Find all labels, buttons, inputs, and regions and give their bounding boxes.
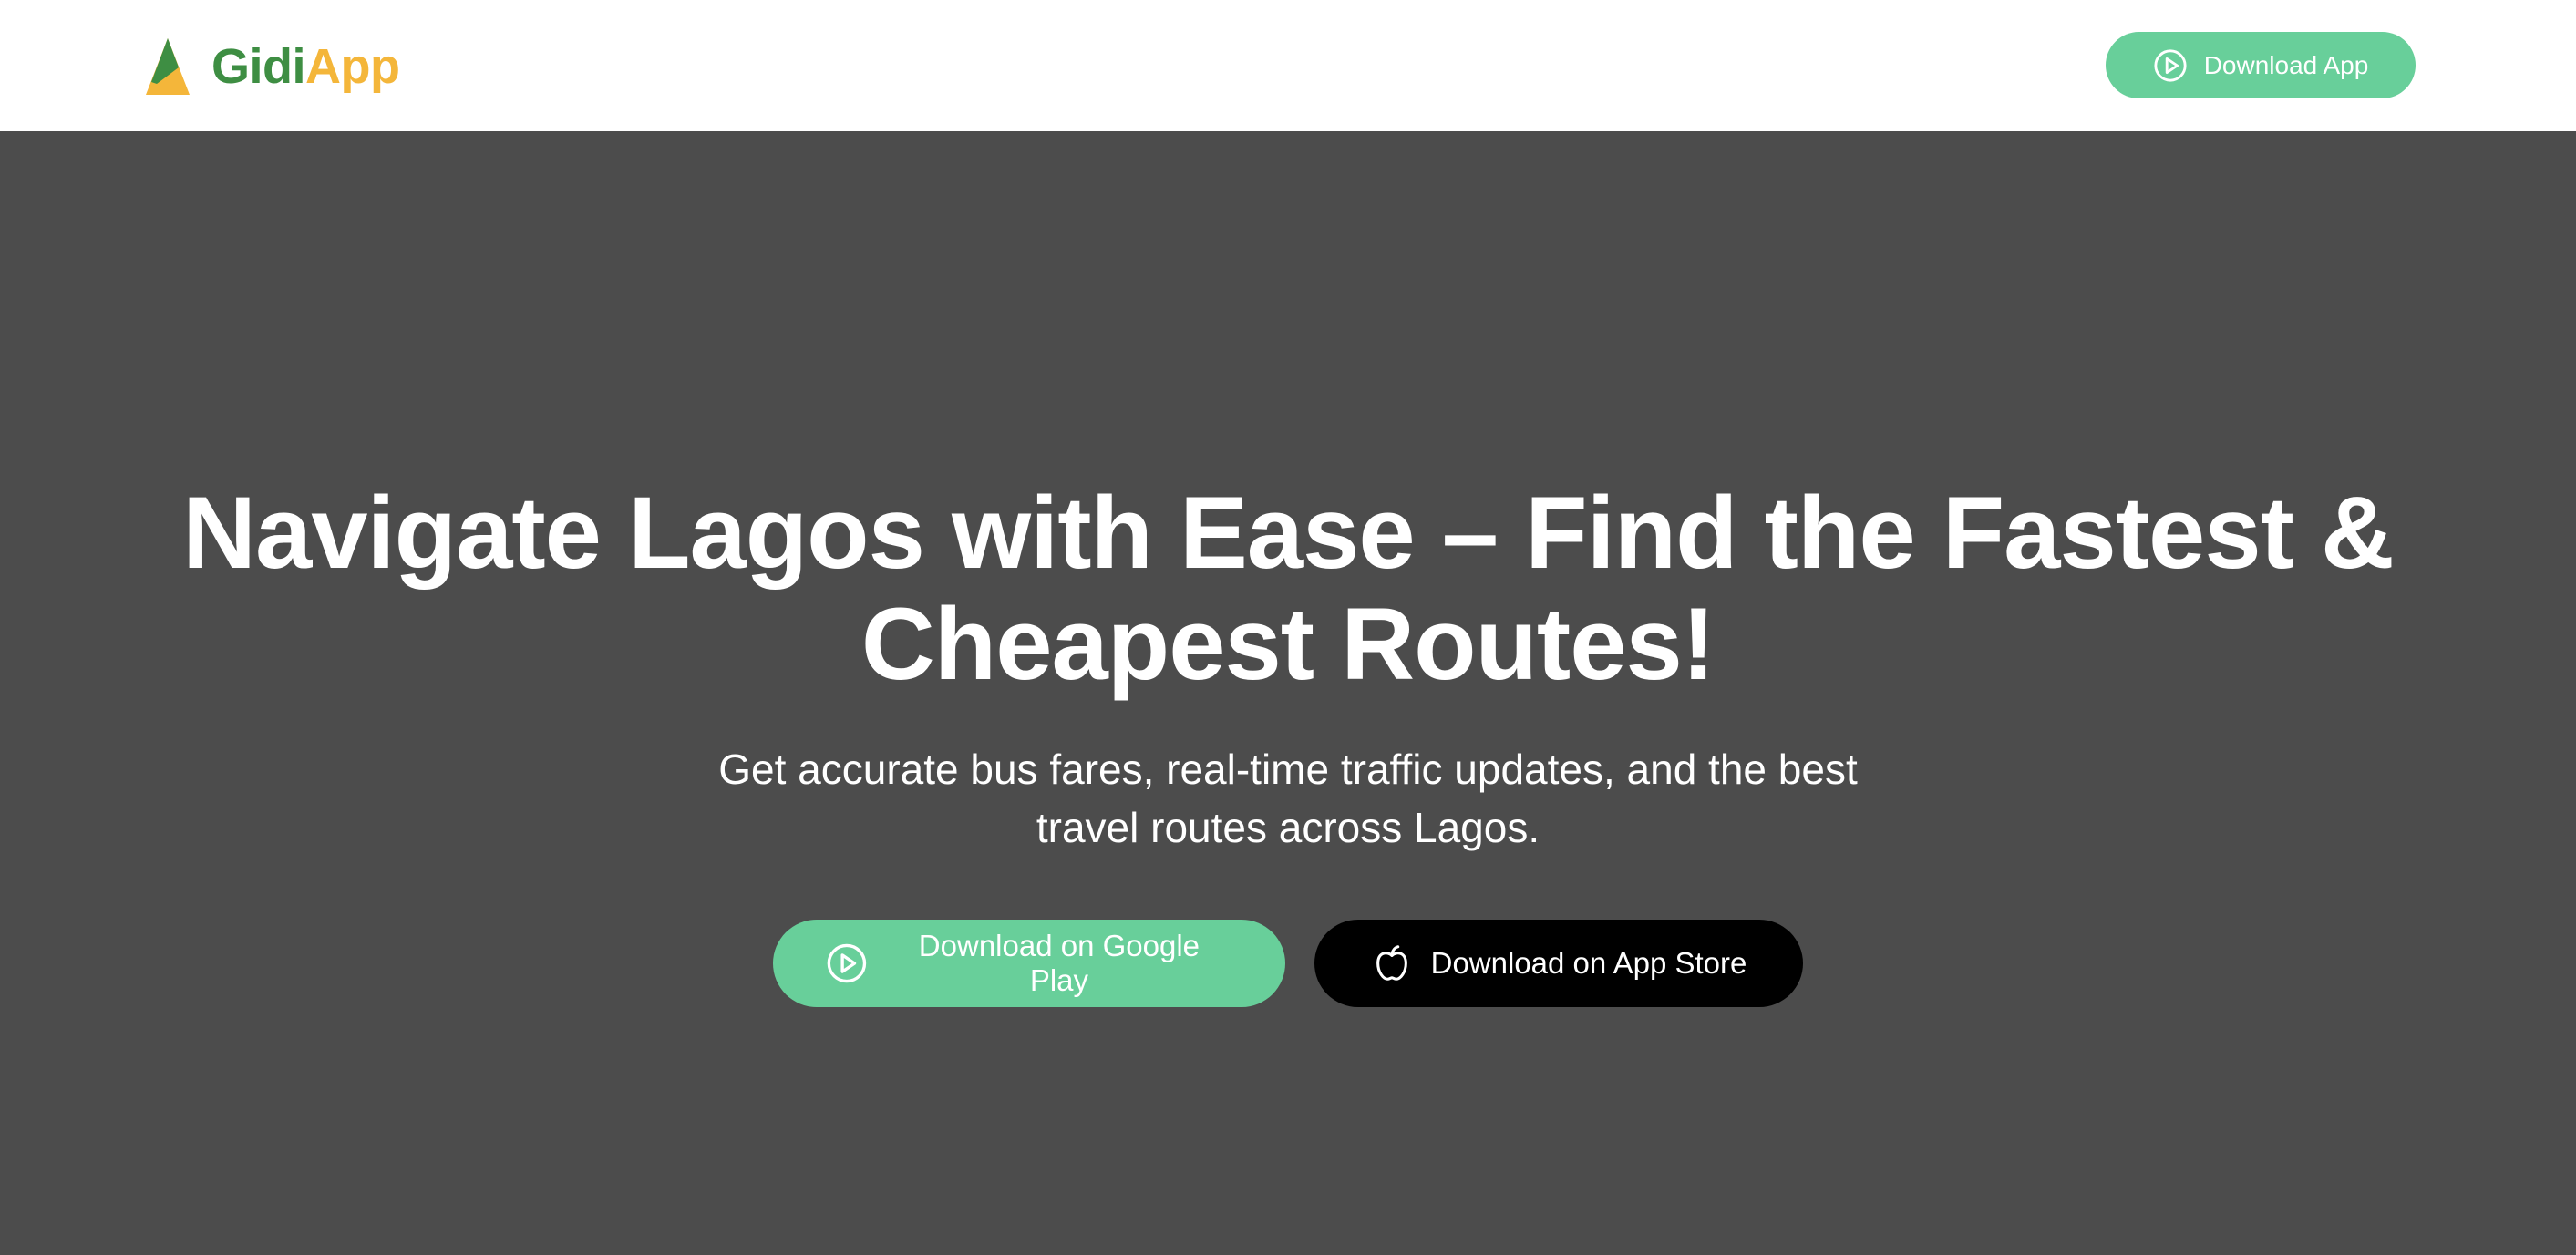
play-circle-icon xyxy=(827,943,867,983)
google-play-download-label: Download on Google Play xyxy=(918,929,1200,997)
hero-section: Navigate Lagos with Ease – Find the Fast… xyxy=(0,131,2576,1255)
brand-name-part1: Gidi xyxy=(211,39,306,94)
brand-name-part2: App xyxy=(305,39,400,94)
apple-icon xyxy=(1376,945,1407,981)
brand-name: GidiApp xyxy=(211,39,400,94)
brand-logo[interactable]: GidiApp xyxy=(144,35,400,98)
triangle-logo-icon xyxy=(146,38,190,95)
hero-subtitle: Get accurate bus fares, real-time traffi… xyxy=(718,746,1858,851)
top-navbar: GidiApp Download App xyxy=(0,0,2576,131)
app-store-download-button[interactable]: Download on App Store xyxy=(1314,920,1803,1007)
hero-title: Navigate Lagos with Ease – Find the Fast… xyxy=(182,476,2395,701)
cta-button-row: Download on Google Play Download on App … xyxy=(0,920,2576,1007)
app-store-download-label: Download on App Store xyxy=(1430,946,1747,980)
nav-download-app-button[interactable]: Download App xyxy=(2106,32,2416,98)
nav-download-app-label: Download App xyxy=(2203,50,2369,79)
play-circle-icon xyxy=(2154,48,2187,82)
google-play-download-button[interactable]: Download on Google Play xyxy=(773,920,1285,1007)
